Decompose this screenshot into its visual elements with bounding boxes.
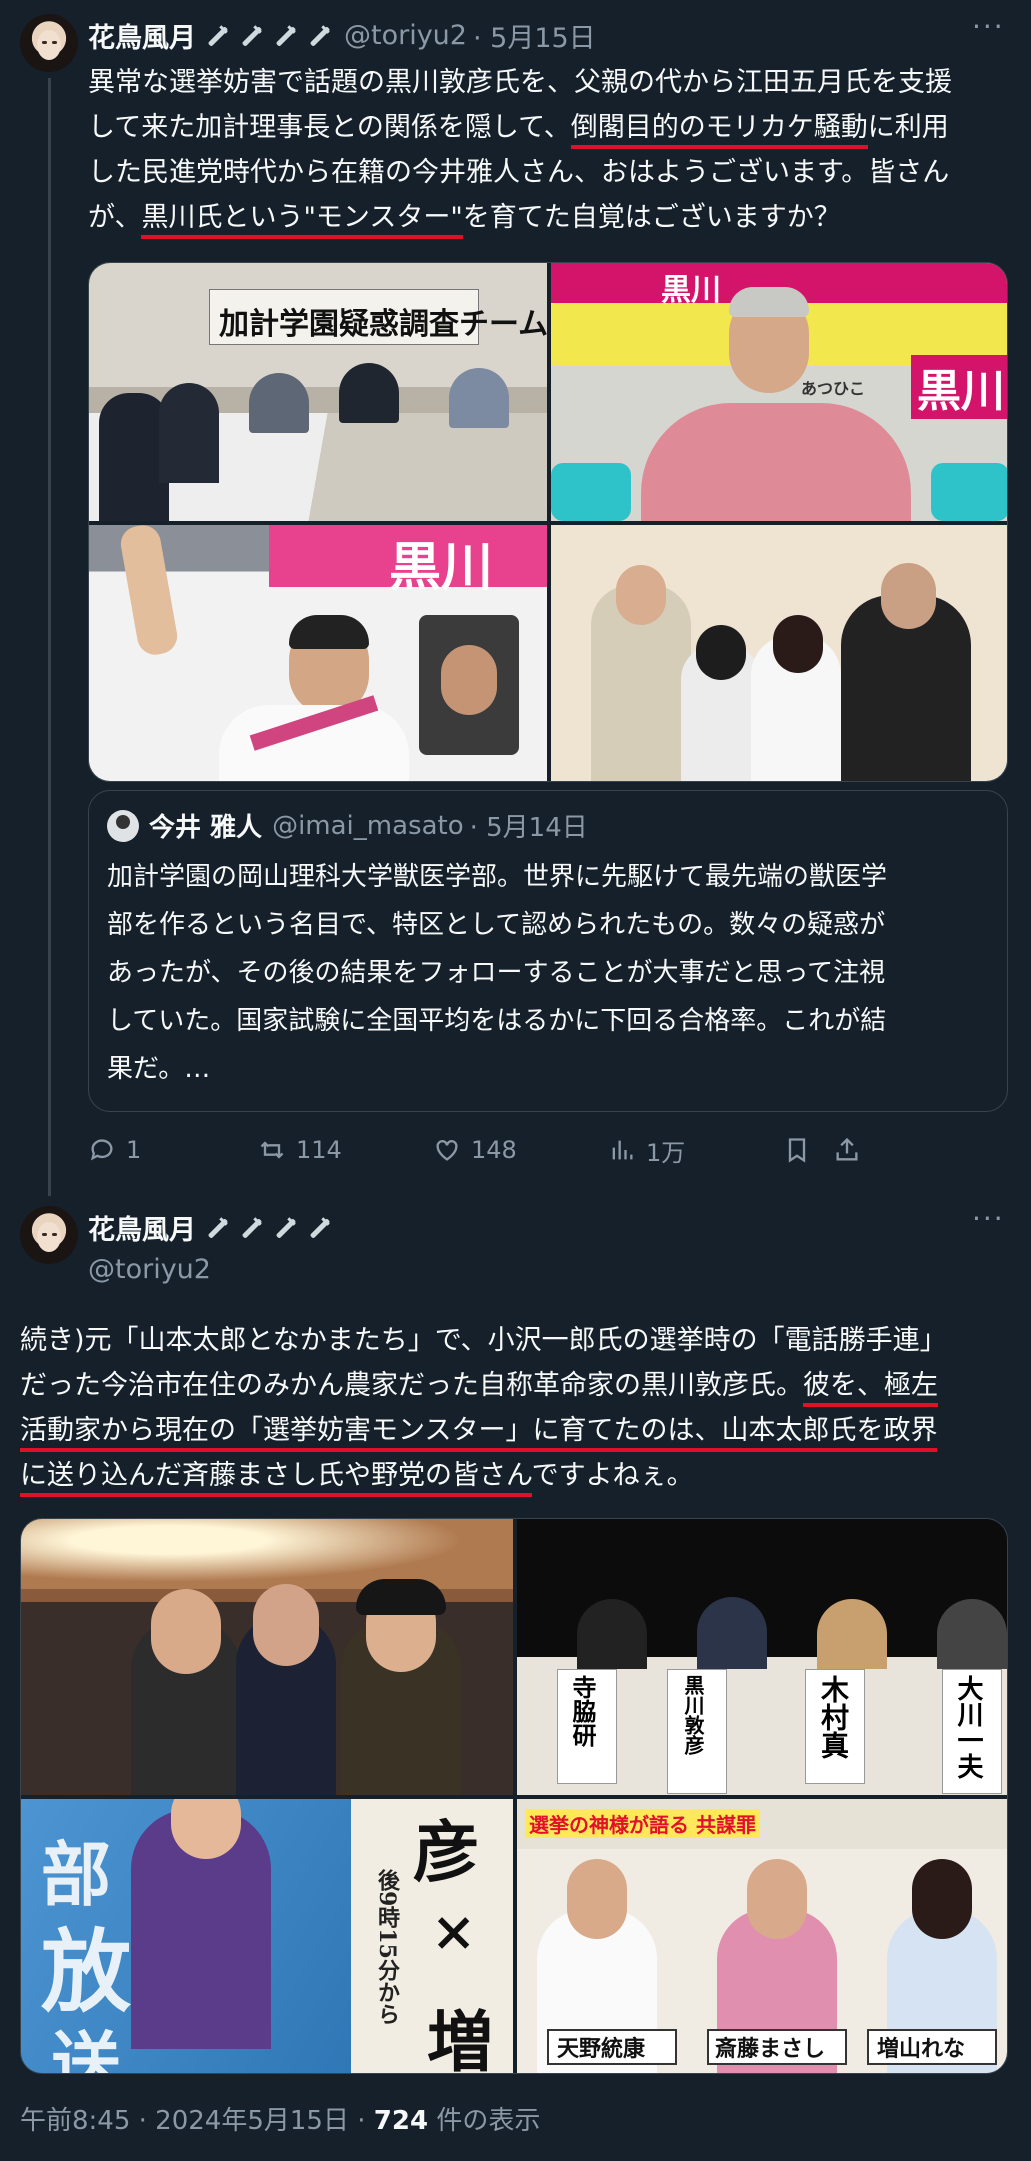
syringe-icons	[202, 1213, 334, 1243]
tweet-header: 花鳥風月	[88, 1208, 334, 1247]
like-button[interactable]: 148	[433, 1136, 517, 1164]
syringe-icon	[270, 1213, 300, 1243]
car-banner-text: 黒川	[389, 537, 494, 598]
bookmark-icon	[788, 1138, 806, 1163]
poster-name: 黒川	[661, 273, 721, 308]
views-button[interactable]: 1万	[608, 1133, 685, 1168]
underlined-phrase: 黒川氏という"モンスター"	[141, 202, 463, 239]
quoted-tweet[interactable]: 今井 雅人 @imai_masato · 5月14日 加計学園の岡山理科大学獣医…	[88, 790, 1008, 1112]
syringe-icon	[202, 21, 232, 51]
retweet-button[interactable]: 114	[258, 1136, 342, 1164]
photo-broadcast-poster[interactable]: 部 放 送 彦 × 増 後9時15分から	[21, 1799, 513, 2073]
thread-line	[48, 78, 51, 1196]
more-icon[interactable]: ···	[972, 10, 1005, 43]
photo-panel-discussion[interactable]: 寺脇研 黒川敦彦 木村真 大川一夫	[517, 1519, 1007, 1795]
avatar[interactable]	[20, 14, 78, 72]
display-name[interactable]: 花鳥風月	[88, 1208, 196, 1247]
avatar[interactable]	[20, 1206, 78, 1264]
avatar	[107, 809, 139, 842]
media-grid[interactable]: 寺脇研 黒川敦彦 木村真 大川一夫 部 放 送 彦 × 増 後9時15分から 選…	[20, 1518, 1008, 2074]
photo-campaign-car[interactable]: 黒川	[89, 525, 547, 781]
share-button[interactable]	[833, 1136, 861, 1164]
tweet-header: 花鳥風月 @toriyu2 · 5月15日	[88, 16, 596, 55]
syringe-icon	[236, 21, 266, 51]
handle: @imai_masato	[272, 810, 464, 841]
bookmark-button[interactable]	[783, 1136, 811, 1164]
media-grid[interactable]: 加計学園疑惑調査チーム 黒川 黒川 あつひこ 黒川	[88, 262, 1008, 782]
share-icon	[836, 1137, 858, 1161]
tweet-text: 続き)元「山本太郎となかまたち」で、小沢一郎氏の選挙時の「電話勝手連」 だった今…	[20, 1318, 1020, 1498]
tweet-timestamp: 午前8:45 · 2024年5月15日 · 724 件の表示	[20, 2106, 541, 2136]
tweet-date[interactable]: · 5月15日	[473, 16, 596, 55]
syringe-icon	[304, 1213, 334, 1243]
reply-icon	[90, 1139, 113, 1161]
handle[interactable]: @toriyu2	[88, 1254, 211, 1285]
syringe-icon	[270, 21, 300, 51]
reply-button[interactable]: 1	[88, 1136, 141, 1164]
syringe-icon	[236, 1213, 266, 1243]
photo-tv-discussion[interactable]: 選挙の神様が語る 共謀罪 天野統康 斎藤まさし 増山れな	[517, 1799, 1007, 2073]
photo-group-handshake[interactable]	[551, 525, 1007, 781]
quoted-tweet-header: 今井 雅人 @imai_masato · 5月14日	[107, 807, 588, 844]
views-count: 724	[373, 2106, 429, 2136]
photo-party-group[interactable]	[21, 1519, 513, 1795]
poster-name: 黒川	[911, 355, 1007, 419]
action-bar: 1 114 148 1万	[88, 1130, 1008, 1170]
banner-text: 加計学園疑惑調査チーム	[219, 307, 547, 342]
tweet-date: · 5月14日	[469, 813, 588, 843]
tweet-text: 異常な選挙妨害で話題の黒川敦彦氏を、父親の代から江田五月氏を支援 して来た加計理…	[88, 60, 1018, 240]
underlined-phrase: 倒閣目的のモリカケ騒動	[570, 112, 868, 149]
syringe-icon	[304, 21, 334, 51]
display-name[interactable]: 花鳥風月	[88, 16, 196, 55]
photo-press-conference[interactable]: 加計学園疑惑調査チーム	[89, 263, 547, 521]
handle[interactable]: @toriyu2	[344, 20, 467, 51]
more-icon[interactable]: ···	[972, 1202, 1005, 1235]
display-name: 今井 雅人	[149, 813, 263, 843]
photo-campaign-poster[interactable]: 黒川 黒川 あつひこ	[551, 263, 1007, 521]
quoted-tweet-text: 加計学園の岡山理科大学獣医学部。世界に先駆けて最先端の獣医学 部を作るという名目…	[107, 862, 888, 1084]
syringe-icons	[202, 21, 334, 51]
retweet-icon	[260, 1141, 284, 1159]
syringe-icon	[202, 1213, 232, 1243]
timestamp-link[interactable]: 午前8:45 · 2024年5月15日 ·	[20, 2106, 374, 2136]
views-icon	[612, 1140, 633, 1160]
heart-icon	[436, 1140, 458, 1161]
